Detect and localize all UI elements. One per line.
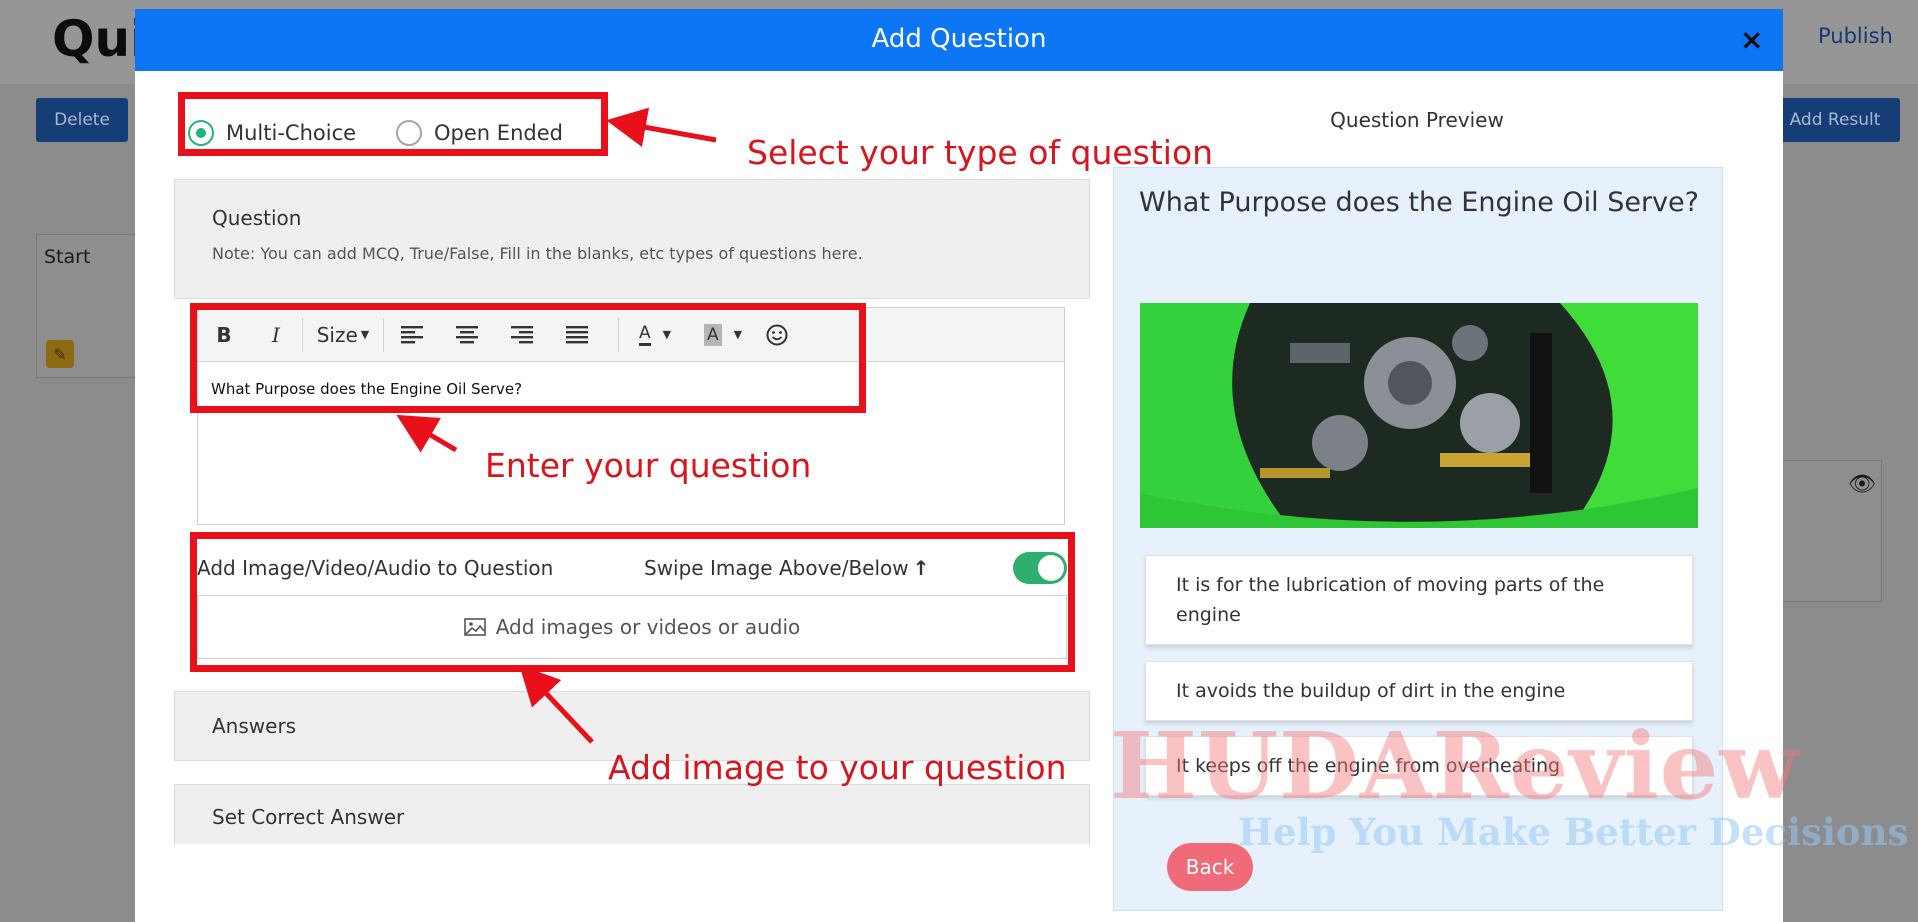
annotation-type: Select your type of question <box>747 133 1214 172</box>
annotation-image: Add image to your question <box>608 748 1067 787</box>
annotation-question: Enter your question <box>485 446 812 485</box>
